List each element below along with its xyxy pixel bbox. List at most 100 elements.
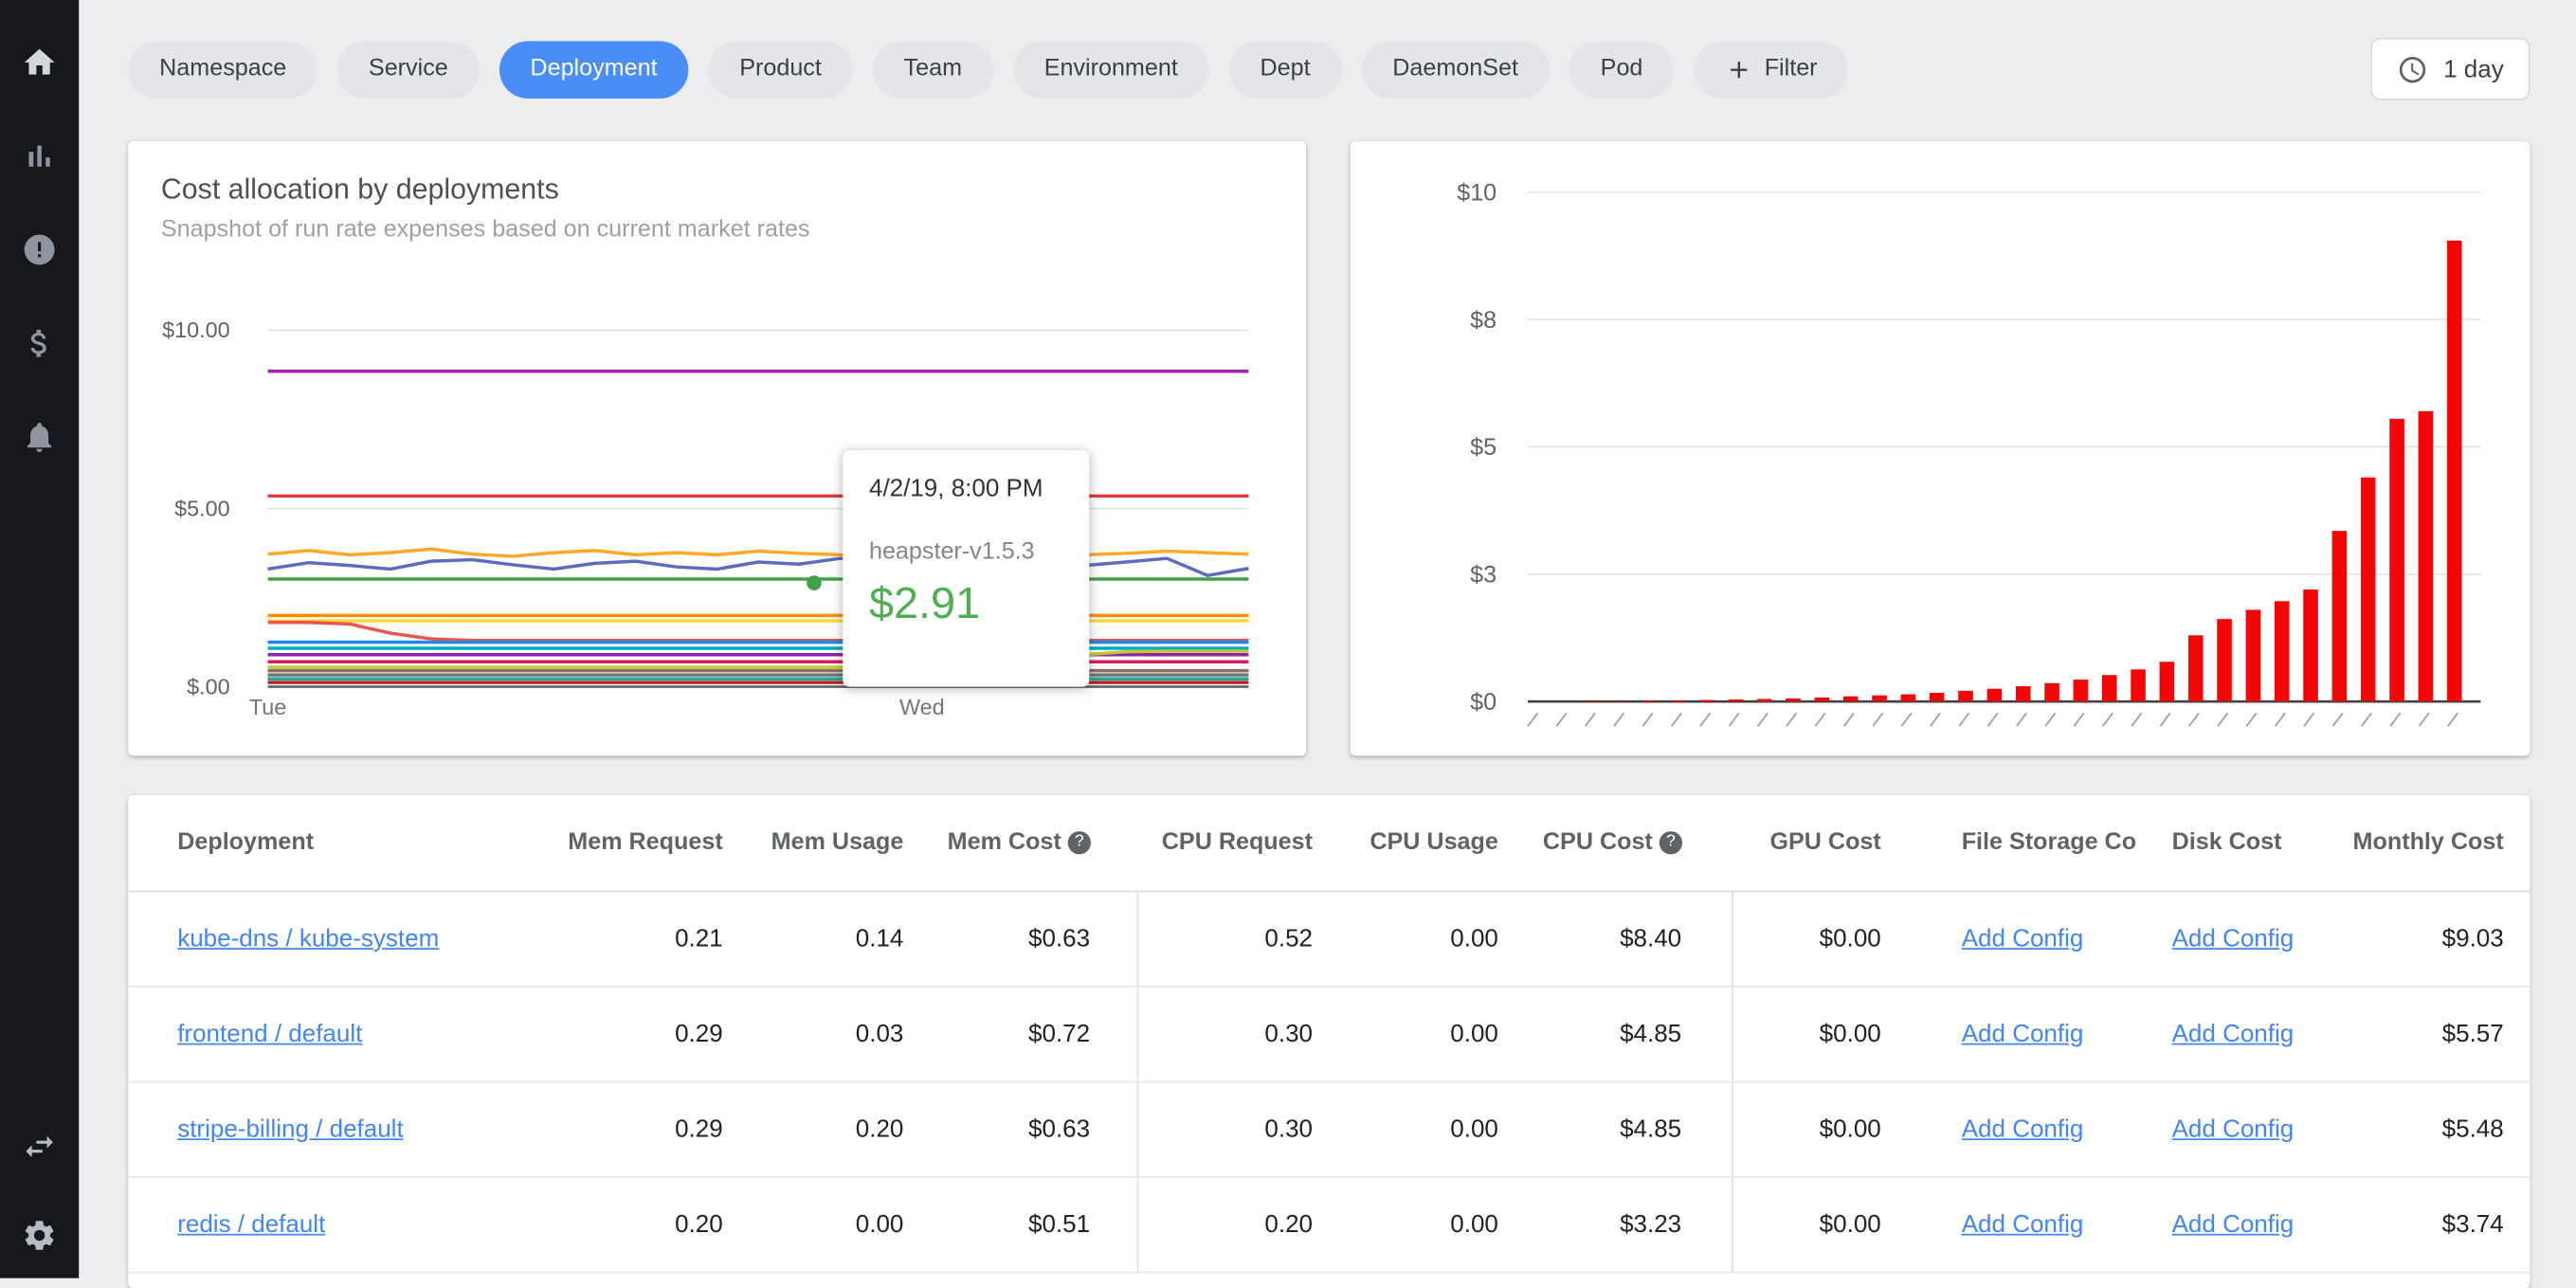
nav-swap-button[interactable] [20,1127,60,1167]
highlight-point[interactable] [807,575,822,590]
value-cell: $3.74 [2314,1176,2531,1274]
column-header-label: Deployment [177,829,315,857]
cost-bar[interactable] [1728,699,1744,702]
filter-chip-service[interactable]: Service [337,40,480,99]
column-header-label: GPU Cost [1769,829,1881,857]
sidebar [0,0,80,1279]
column-header-label: Mem Usage [771,829,904,857]
filter-chip-deployment[interactable]: Deployment [499,40,689,99]
cost-bar[interactable] [1670,700,1686,702]
nav-notifications-button[interactable] [20,417,60,457]
filter-chip-pod[interactable]: Pod [1569,40,1675,99]
add-config-link[interactable]: Add Config [1962,1116,2084,1143]
cost-bar[interactable] [1872,695,1887,702]
cost-bar[interactable] [2101,675,2117,702]
value-cell: 0.20 [1136,1176,1326,1274]
card-title: Cost allocation by deployments [160,172,559,206]
time-range-button[interactable]: 1 day [2370,37,2531,100]
cost-bar[interactable] [1814,697,1830,702]
cost-bar[interactable] [2245,609,2261,702]
filter-chip-product[interactable]: Product [708,40,853,99]
column-header-gpu-cost: GPU Cost [1732,794,1895,893]
bell-icon [27,422,52,452]
cost-bar[interactable] [2446,240,2462,702]
cost-bar[interactable] [2187,635,2204,702]
x-tick [1843,712,1855,727]
cost-bar[interactable] [2015,686,2031,702]
cost-bar[interactable] [2303,589,2318,702]
cost-bar[interactable] [2331,531,2348,702]
cost-bar[interactable] [1699,699,1714,702]
x-tick [2131,712,2143,727]
x-tick [1642,712,1654,727]
card-subtitle: Snapshot of run rate expenses based on c… [160,216,810,244]
column-header-label: CPU Cost [1542,829,1653,857]
help-icon[interactable]: ? [1067,831,1091,855]
tooltip-date: 4/2/19, 8:00 PM [868,474,1043,503]
cost-bar[interactable] [1642,700,1658,702]
add-config-link[interactable]: Add Config [2172,1116,2295,1143]
cost-bar[interactable] [2418,410,2434,702]
cost-bar[interactable] [1929,693,1945,702]
series-line[interactable] [267,621,1249,643]
add-config-link[interactable]: Add Config [2172,1211,2295,1239]
filter-chip-environment[interactable]: Environment [1012,40,1209,99]
config-cell: Add Config [2104,891,2315,988]
x-tick [1671,712,1682,727]
cost-bar[interactable] [2389,418,2404,702]
x-tick [1757,712,1769,727]
nav-alerts-button[interactable] [20,230,60,270]
cost-bar[interactable] [1613,700,1628,702]
cost-bar[interactable] [1584,700,1600,702]
column-header-file-storage-co: File Storage Co [1894,794,2136,893]
bar-chart-icon [28,145,50,167]
series-line[interactable] [267,547,1249,558]
add-config-link[interactable]: Add Config [1962,925,2084,952]
x-tick [1930,712,1941,727]
filter-chip-team[interactable]: Team [872,40,993,99]
value-cell: $4.85 [1511,1081,1732,1178]
nav-savings-button[interactable] [20,323,60,363]
value-cell: $5.48 [2314,1081,2531,1178]
cost-bar[interactable] [2131,669,2146,702]
filter-chip-dept[interactable]: Dept [1228,40,1342,99]
nav-home-button[interactable] [20,43,60,82]
filter-chip-namespace[interactable]: Namespace [128,40,318,99]
filter-chip-daemonset[interactable]: DaemonSet [1361,40,1550,99]
cost-bar[interactable] [1958,690,1973,702]
deployment-link[interactable]: kube-dns / kube-system [177,925,439,952]
bar-chart[interactable]: $0 $3 $5 $8 $10 [1351,141,2531,755]
add-filter-chip[interactable]: Filter [1694,40,1849,99]
column-header-cpu-usage: CPU Usage [1325,794,1512,893]
x-tick [2044,712,2057,727]
filter-chips: Namespace Service Deployment Product Team Env… [128,40,1849,99]
add-config-link[interactable]: Add Config [1962,1211,2084,1239]
cost-bar[interactable] [2073,680,2089,702]
cost-bar[interactable] [1986,688,2003,702]
cost-bar[interactable] [1756,698,1772,702]
y-tick-label: $5.00 [174,496,230,520]
deployment-link[interactable]: stripe-billing / default [177,1116,403,1143]
help-icon[interactable]: ? [1659,831,1683,855]
cost-bar[interactable] [1786,698,1801,702]
cost-bar[interactable] [1900,694,1916,702]
nav-settings-button[interactable] [20,1216,60,1256]
x-tick [1555,712,1568,727]
x-tick [1986,712,1999,727]
cost-bar[interactable] [2274,601,2290,702]
add-config-link[interactable]: Add Config [1962,1020,2084,1047]
deployment-link[interactable]: redis / default [177,1211,325,1239]
cost-bar[interactable] [2360,477,2376,702]
cost-bar[interactable] [1842,696,1859,702]
add-config-link[interactable]: Add Config [2172,1020,2295,1047]
swap-horizontal-icon [26,1135,53,1158]
cost-bar[interactable] [2159,662,2175,702]
cost-bar[interactable] [2217,619,2232,702]
add-filter-label: Filter [1764,55,1818,82]
add-config-link[interactable]: Add Config [2172,925,2295,952]
nav-reports-button[interactable] [20,136,60,176]
deployment-link[interactable]: frontend / default [177,1020,362,1047]
x-tick [2389,712,2402,727]
series-line[interactable] [267,556,1249,581]
cost-bar[interactable] [2044,682,2059,702]
